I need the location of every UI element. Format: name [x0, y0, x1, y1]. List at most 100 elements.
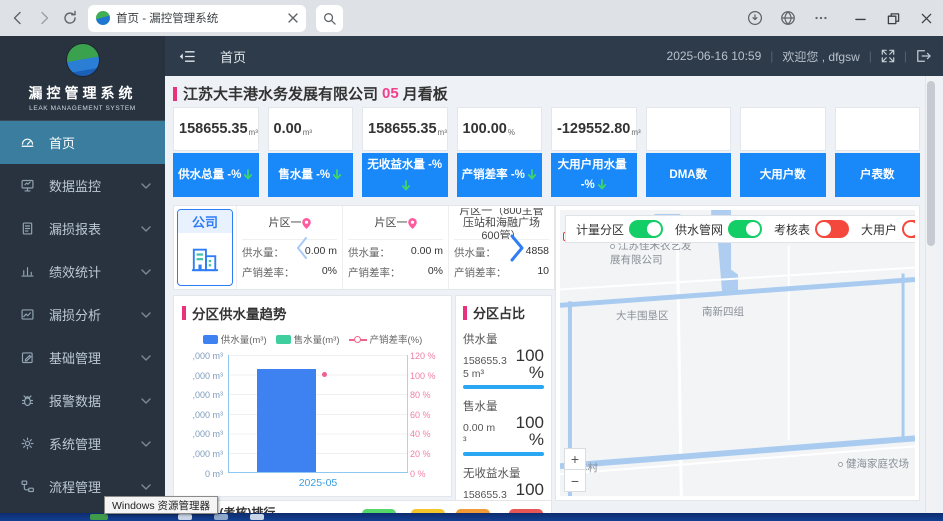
vertical-scrollbar[interactable] — [925, 76, 936, 521]
toggle-assessment-meter: 考核表 — [774, 220, 849, 238]
stat-unit: m³ — [303, 128, 312, 137]
stat-card-sales[interactable]: 0.00m³ 售水量 -% — [268, 107, 354, 197]
app-title: 漏控管理系统 — [0, 83, 165, 103]
stat-label: 售水量 — [278, 168, 313, 183]
taskbar-icon[interactable] — [250, 514, 264, 520]
stat-card-big-user-count[interactable]: 大用户数 — [740, 107, 826, 197]
stat-value: -129552.80 — [557, 121, 630, 137]
app-logo — [66, 43, 100, 77]
stat-value: 158655.35 — [368, 121, 437, 137]
map-zoom-out-button[interactable]: − — [564, 470, 586, 492]
sidebar-item-leak-analysis[interactable]: 漏损分析 — [0, 293, 165, 336]
legend-swatch-sales — [276, 335, 291, 344]
sidebar-menu: 首页 数据监控 漏损报表 绩效统计 漏损分析 基础管理 — [0, 121, 165, 521]
sidebar-item-alarm-data[interactable]: 报警数据 — [0, 379, 165, 422]
y2-axis-label: 20 % — [410, 449, 443, 459]
new-tab-search-button[interactable] — [316, 5, 343, 32]
zone-ratio-panel: 分区占比 供水量 158655.35 m³ 100 % 售水量 0.00 m³ … — [455, 295, 552, 506]
zone-panel[interactable]: 片区一（800主管压站和海融广场600管） 供水量：4858 产销差率：10 — [448, 206, 554, 289]
sidebar-collapse-icon[interactable] — [179, 49, 196, 64]
taskbar-icon[interactable] — [90, 514, 108, 520]
window-restore-icon[interactable] — [887, 12, 900, 25]
zone-panel[interactable]: 片区一 供水量：0.00 m 产销差率：0% — [236, 206, 342, 289]
zone-panel[interactable]: 片区一 供水量：0.00 m 产销差率：0% — [342, 206, 448, 289]
browser-refresh-icon[interactable] — [62, 10, 78, 26]
ratio-label: 无收益水量 — [463, 465, 544, 481]
stat-value: 158655.35 — [179, 121, 248, 137]
company-card[interactable]: 公司 — [177, 209, 233, 286]
map-label-farm: 健海家庭农场 — [838, 458, 909, 472]
carousel-prev-icon[interactable] — [296, 236, 308, 260]
globe-icon[interactable] — [780, 10, 796, 26]
title-accent-bar — [173, 87, 177, 101]
sidebar-item-basic-management[interactable]: 基础管理 — [0, 336, 165, 379]
app-header: 首页 2025-06-16 10:59 | 欢迎您 , dfgsw | | — [165, 36, 943, 76]
taskbar-icon[interactable] — [178, 514, 192, 520]
stat-card-meter-count[interactable]: 户表数 — [835, 107, 921, 197]
stat-card-supply-total[interactable]: 158655.35m³ 供水总量 -% — [173, 107, 259, 197]
window-close-icon[interactable] — [920, 12, 933, 25]
chevron-down-icon — [141, 225, 151, 233]
carousel-next-icon[interactable] — [510, 234, 524, 262]
ratio-item-sales: 售水量 0.00 m³ 100 % — [463, 398, 544, 456]
chevron-down-icon — [141, 397, 151, 405]
breadcrumb[interactable]: 首页 — [220, 47, 246, 66]
sidebar: 漏控管理系统 LEAK MANAGEMENT SYSTEM 首页 数据监控 漏损… — [0, 36, 165, 521]
toggle-switch[interactable] — [728, 220, 762, 238]
fullscreen-icon[interactable] — [881, 49, 895, 63]
nrw-rate-point[interactable] — [322, 372, 327, 377]
building-icon — [190, 245, 220, 273]
scrollbar-thumb[interactable] — [927, 81, 935, 246]
map-zoom-control: + − — [564, 448, 586, 492]
toggle-switch[interactable] — [902, 220, 915, 238]
ratio-value: 0.00 m³ — [463, 422, 497, 448]
legend-label: 供水量(m³) — [221, 332, 267, 346]
toggle-switch[interactable] — [815, 220, 849, 238]
sidebar-item-home[interactable]: 首页 — [0, 121, 165, 164]
toggle-label: 供水管网 — [675, 221, 723, 238]
zone-row-key: 产销差率： — [242, 265, 295, 280]
stat-card-nrw-rate[interactable]: 100.00% 产销差率 -% — [457, 107, 543, 197]
zone-title: 片区一（800主管压站和海融广场600管） — [454, 208, 549, 240]
logout-icon[interactable] — [916, 49, 931, 63]
sidebar-item-performance-stats[interactable]: 绩效统计 — [0, 250, 165, 293]
map[interactable]: 计量分区 供水管网 考核表 大用户 G343 江苏佳禾农艺发展有限公司 — [560, 210, 915, 496]
tab-close-icon[interactable] — [288, 13, 298, 23]
main-content: 江苏大丰港水务发展有限公司 05 月看板 158655.35m³ 供水总量 -%… — [165, 76, 943, 521]
sidebar-item-system-management[interactable]: 系统管理 — [0, 422, 165, 465]
toggle-switch[interactable] — [629, 220, 663, 238]
welcome-user: 欢迎您 , dfgsw — [782, 48, 859, 65]
chevron-down-icon — [141, 182, 151, 190]
stat-card-big-user-usage[interactable]: -129552.80m³ 大用户用水量 -% — [551, 107, 637, 197]
toggle-supply-network: 供水管网 — [675, 220, 762, 238]
tab-title: 首页 - 漏控管理系统 — [116, 10, 282, 26]
ratio-progress-bar — [463, 385, 544, 389]
taskbar-icon[interactable] — [214, 514, 228, 520]
stat-value: 0.00 — [274, 121, 302, 137]
stat-delta: -% — [227, 168, 241, 183]
toggle-metering-zone: 计量分区 — [576, 220, 663, 238]
y2-axis-label: 80 % — [410, 390, 443, 400]
zone-row-value: 0.00 m — [411, 245, 443, 260]
supply-bar[interactable] — [257, 369, 316, 472]
stat-card-dma-count[interactable]: DMA数 — [646, 107, 732, 197]
window-minimize-icon[interactable] — [854, 12, 867, 25]
toggle-label: 考核表 — [774, 221, 810, 238]
stat-cards: 158655.35m³ 供水总量 -% 0.00m³ 售水量 -% 158655… — [173, 107, 920, 197]
app-subtitle: LEAK MANAGEMENT SYSTEM — [0, 105, 165, 112]
sidebar-item-data-monitor[interactable]: 数据监控 — [0, 164, 165, 207]
document-icon — [20, 221, 35, 236]
browser-forward-icon[interactable] — [36, 10, 52, 26]
y-axis-label: ,000 m³ — [182, 351, 223, 361]
toggle-label: 大用户 — [861, 221, 897, 238]
zone-row-key: 产销差率： — [348, 265, 401, 280]
map-zoom-in-button[interactable]: + — [564, 448, 586, 470]
windows-taskbar[interactable] — [0, 513, 943, 521]
stat-card-non-revenue[interactable]: 158655.35m³ 无收益水量 -% — [362, 107, 448, 197]
map-layer-toggles: 计量分区 供水管网 考核表 大用户 — [565, 215, 915, 243]
download-icon[interactable] — [747, 10, 763, 26]
more-menu-icon[interactable] — [813, 10, 829, 26]
browser-back-icon[interactable] — [10, 10, 26, 26]
sidebar-item-leak-report[interactable]: 漏损报表 — [0, 207, 165, 250]
browser-tab[interactable]: 首页 - 漏控管理系统 — [88, 5, 306, 32]
